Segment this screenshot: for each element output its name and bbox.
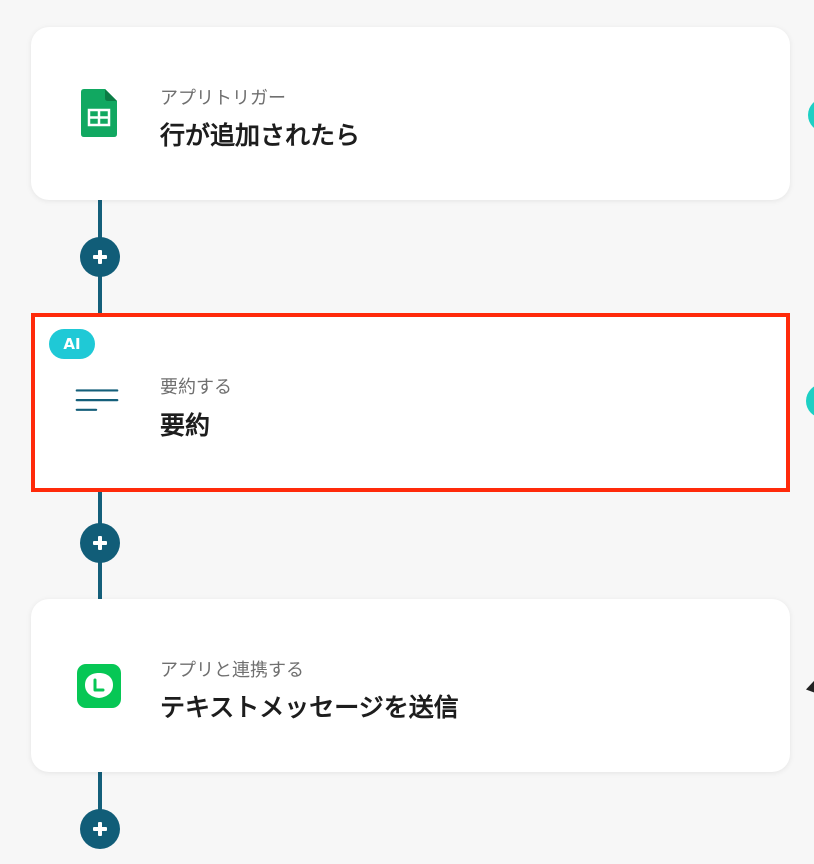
- step-type-label: アプリトリガー: [160, 88, 286, 109]
- step-title: テキストメッセージを送信: [160, 693, 459, 722]
- add-step-button[interactable]: [80, 523, 120, 563]
- flow-step-ai-summarize[interactable]: AI 要約する 要約: [31, 313, 790, 492]
- add-step-button[interactable]: [80, 809, 120, 849]
- step-type-label: アプリと連携する: [160, 660, 304, 681]
- flow-step-trigger[interactable]: アプリトリガー 行が追加されたら: [31, 27, 790, 200]
- add-step-button[interactable]: [80, 237, 120, 277]
- ai-badge: AI: [49, 329, 95, 359]
- step-type-label: 要約する: [160, 377, 232, 398]
- flow-step-line-send[interactable]: アプリと連携する テキストメッセージを送信: [31, 599, 790, 772]
- step-status-indicator: [806, 384, 814, 418]
- plus-icon: [93, 822, 107, 836]
- line-app-icon: [77, 662, 121, 710]
- cursor-edge-icon: [805, 676, 814, 694]
- summarize-lines-icon: [75, 377, 119, 425]
- plus-icon: [93, 250, 107, 264]
- google-sheets-icon: [77, 89, 121, 137]
- plus-icon: [93, 536, 107, 550]
- step-status-indicator: [808, 98, 814, 132]
- step-title: 行が追加されたら: [160, 121, 361, 150]
- step-title: 要約: [160, 411, 211, 440]
